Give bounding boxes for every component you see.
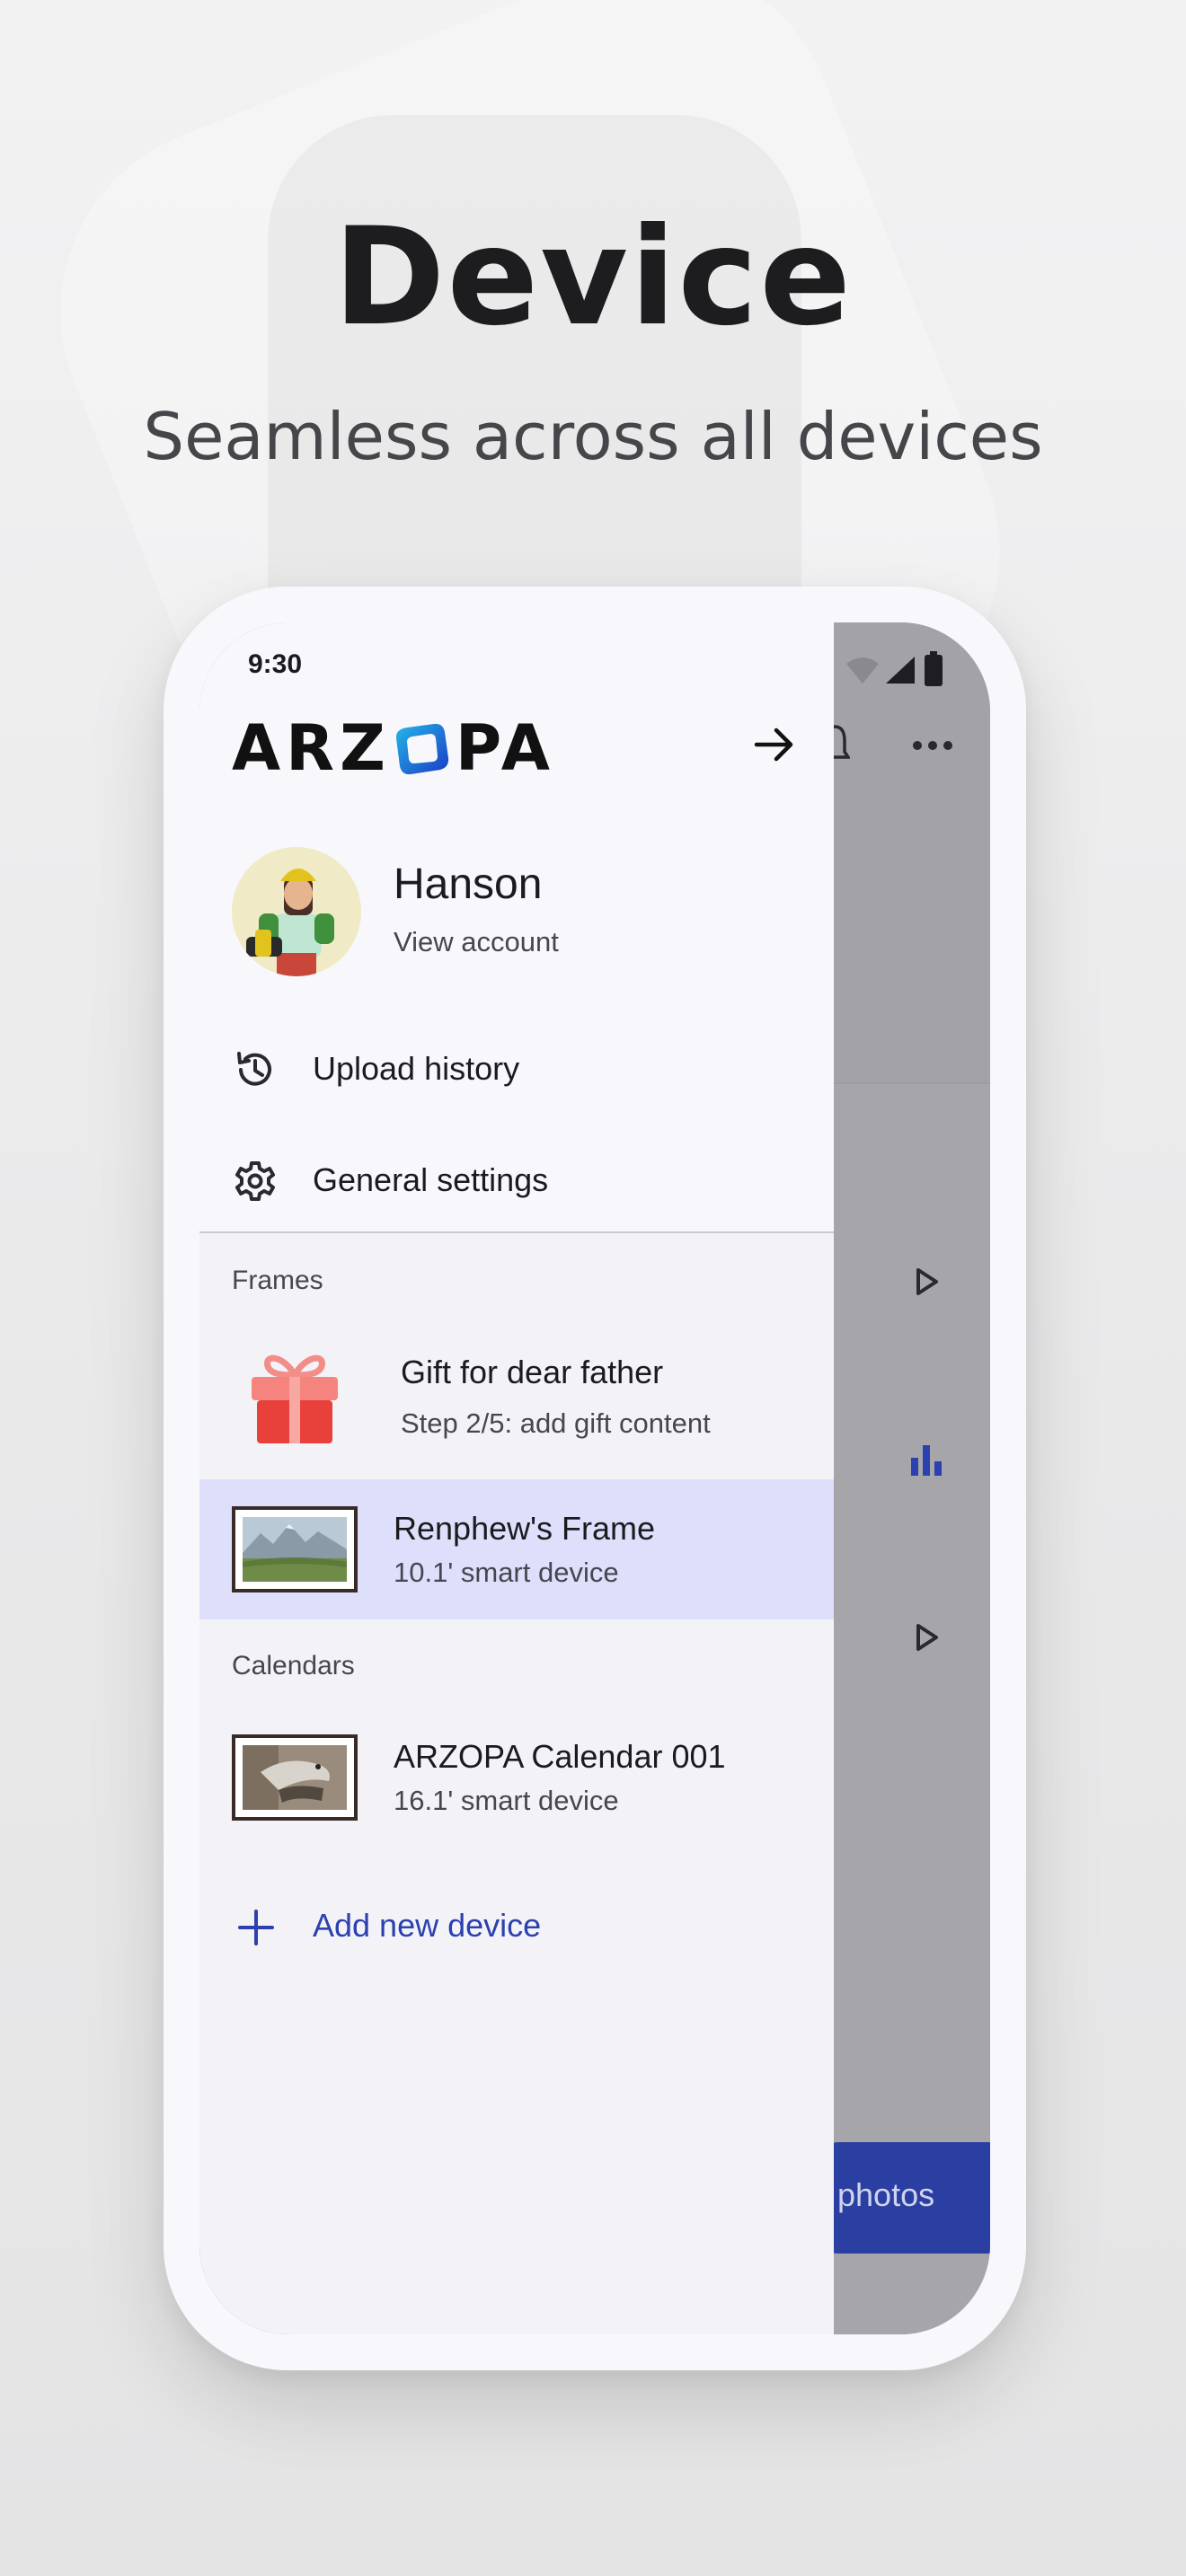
- more-icon[interactable]: [912, 739, 953, 752]
- menu-item-label: Upload history: [313, 1050, 520, 1087]
- signal-icon: [886, 657, 915, 684]
- gift-subtitle: Step 2/5: add gift content: [401, 1407, 711, 1439]
- play-icon[interactable]: [915, 1623, 940, 1652]
- wifi-icon: [846, 657, 879, 684]
- battery-icon: [925, 651, 943, 686]
- device-name: ARZOPA Calendar 001: [394, 1738, 726, 1775]
- navigation-drawer: 9:30 ARZ PA Hanson View account Upload h…: [199, 622, 834, 2334]
- menu-item-general-settings[interactable]: General settings: [199, 1131, 834, 1230]
- avatar-illustration-icon: [232, 847, 361, 976]
- fab-label: photos: [837, 2176, 935, 2213]
- frame-thumbnail: [232, 1506, 358, 1592]
- plus-icon: [238, 1910, 274, 1945]
- brand-logo: ARZ PA: [232, 711, 555, 785]
- device-subtitle: 10.1' smart device: [394, 1557, 619, 1588]
- gift-title: Gift for dear father: [401, 1354, 664, 1390]
- calendar-thumbnail: [232, 1734, 358, 1821]
- play-icon[interactable]: [915, 1267, 940, 1296]
- logo-text-left: ARZ: [232, 711, 391, 785]
- avatar[interactable]: [232, 847, 361, 976]
- landscape-photo-icon: [243, 1517, 347, 1582]
- logo-mark-icon: [395, 723, 448, 775]
- add-new-device-label: Add new device: [313, 1907, 542, 1944]
- phone-mockup: photos 9:30 ARZ PA Hanson View account U…: [164, 587, 1026, 2370]
- phone-screen: photos 9:30 ARZ PA Hanson View account U…: [199, 622, 990, 2334]
- frames-section-title: Frames: [232, 1266, 323, 1295]
- gift-setup-row[interactable]: Gift for dear father Step 2/5: add gift …: [199, 1332, 834, 1463]
- upload-photos-fab[interactable]: photos: [810, 2142, 990, 2254]
- device-name: Renphew's Frame: [394, 1510, 655, 1547]
- view-account-link[interactable]: View account: [394, 926, 559, 958]
- calendars-section-title: Calendars: [232, 1651, 355, 1681]
- device-row-renphews-frame[interactable]: Renphew's Frame 10.1' smart device: [199, 1479, 834, 1619]
- page-headline: Device: [332, 199, 854, 356]
- device-subtitle: 16.1' smart device: [394, 1785, 619, 1816]
- history-icon: [237, 1052, 271, 1086]
- arrow-right-icon[interactable]: [748, 718, 801, 772]
- bird-photo-icon: [243, 1745, 347, 1810]
- gear-icon: [235, 1161, 275, 1201]
- page-subheadline: Seamless across all devices: [143, 399, 1043, 474]
- status-time: 9:30: [248, 649, 303, 679]
- add-new-device-button[interactable]: Add new device: [199, 1882, 834, 1972]
- bar-chart-icon[interactable]: [909, 1442, 943, 1478]
- menu-item-label: General settings: [313, 1161, 549, 1198]
- profile-name: Hanson: [394, 860, 543, 908]
- gift-icon: [252, 1354, 338, 1443]
- menu-item-upload-history[interactable]: Upload history: [199, 1019, 834, 1118]
- device-row-arzopa-calendar[interactable]: ARZOPA Calendar 001 16.1' smart device: [199, 1718, 834, 1849]
- logo-text-right: PA: [455, 711, 555, 785]
